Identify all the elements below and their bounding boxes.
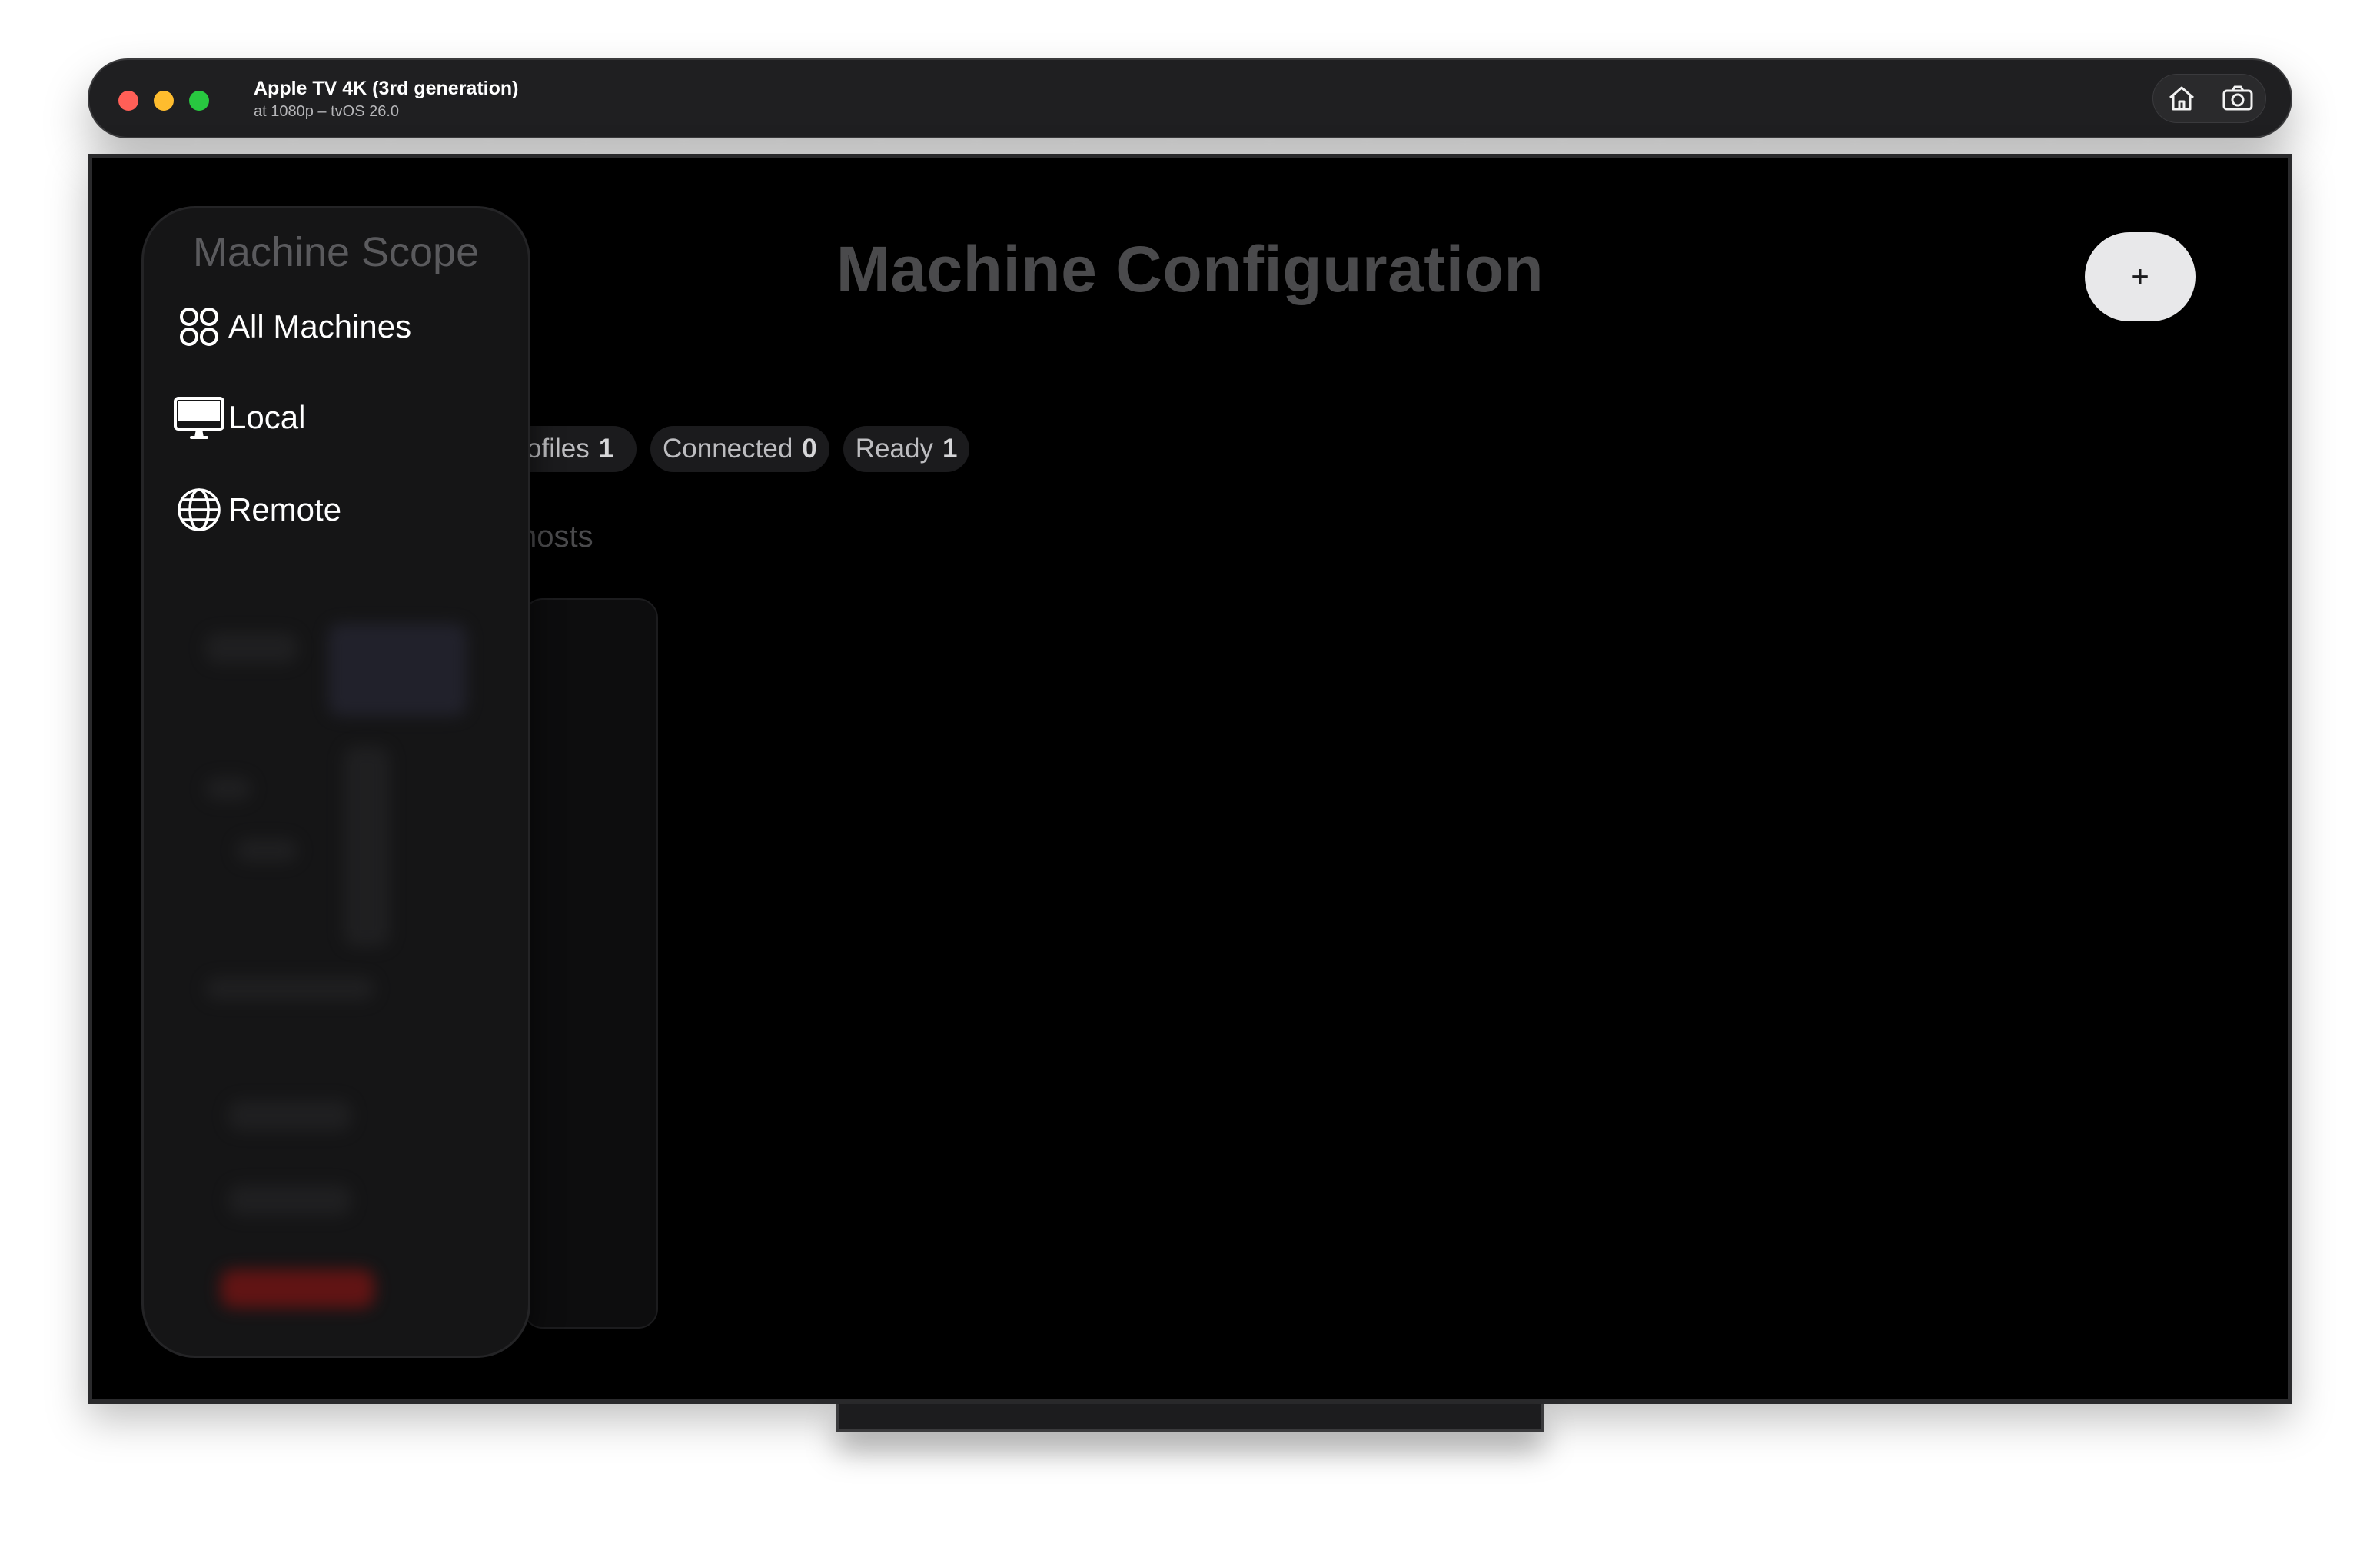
blurred-content	[328, 624, 467, 716]
globe-icon	[173, 484, 225, 536]
blurred-content	[236, 839, 298, 862]
home-icon[interactable]	[2163, 80, 2200, 117]
display-icon	[173, 391, 225, 444]
blurred-content	[205, 633, 298, 664]
window-title-block: Apple TV 4K (3rd generation) at 1080p – …	[254, 75, 518, 121]
blurred-content	[228, 1100, 351, 1131]
window-title: Apple TV 4K (3rd generation)	[254, 78, 519, 99]
stats-row: Profiles 1 Connected 0 Ready 1	[504, 426, 970, 472]
screenshot-icon[interactable]	[2219, 80, 2256, 117]
minimize-window-button[interactable]	[154, 91, 174, 111]
hosts-caption: hosts	[520, 520, 593, 554]
simulator-title-bar: Apple TV 4K (3rd generation) at 1080p – …	[88, 58, 2292, 138]
blurred-content	[205, 977, 374, 1000]
simulator-toolbar	[2152, 74, 2266, 123]
machine-card[interactable]	[523, 598, 658, 1329]
sidebar-item-label: Remote	[228, 491, 342, 527]
connected-stat: Connected 0	[650, 426, 829, 472]
sidebar-item-local[interactable]: Local	[173, 391, 305, 444]
sidebar-header: Machine Scope	[192, 229, 480, 275]
sidebar-item-label: All Machines	[228, 308, 412, 344]
close-window-button[interactable]	[118, 91, 138, 111]
blurred-content	[228, 1185, 351, 1216]
zoom-window-button[interactable]	[189, 91, 209, 111]
blurred-content	[205, 777, 251, 800]
tv-screen: Machine Configuration + Profiles 1 Conne…	[88, 154, 2292, 1404]
window-subtitle: at 1080p – tvOS 26.0	[254, 103, 400, 120]
sidebar-item-label: Local	[228, 399, 306, 435]
ready-stat-label: Ready	[855, 434, 933, 464]
connected-stat-label: Connected	[663, 434, 793, 464]
ready-stat-value: 1	[942, 434, 958, 464]
blurred-content	[221, 1269, 374, 1308]
tv-stand	[836, 1404, 1544, 1432]
connected-stat-value: 0	[802, 434, 817, 464]
sidebar-item-all-machines[interactable]: All Machines	[173, 301, 411, 353]
profiles-stat-value: 1	[598, 434, 614, 464]
machine-scope-sidebar: Machine Scope All Machines Local Remote	[141, 206, 530, 1358]
sidebar-item-remote[interactable]: Remote	[173, 484, 341, 536]
grid-icon	[173, 301, 225, 353]
add-machine-button[interactable]: +	[2085, 232, 2196, 321]
ready-stat: Ready 1	[843, 426, 970, 472]
blurred-content	[344, 747, 390, 946]
